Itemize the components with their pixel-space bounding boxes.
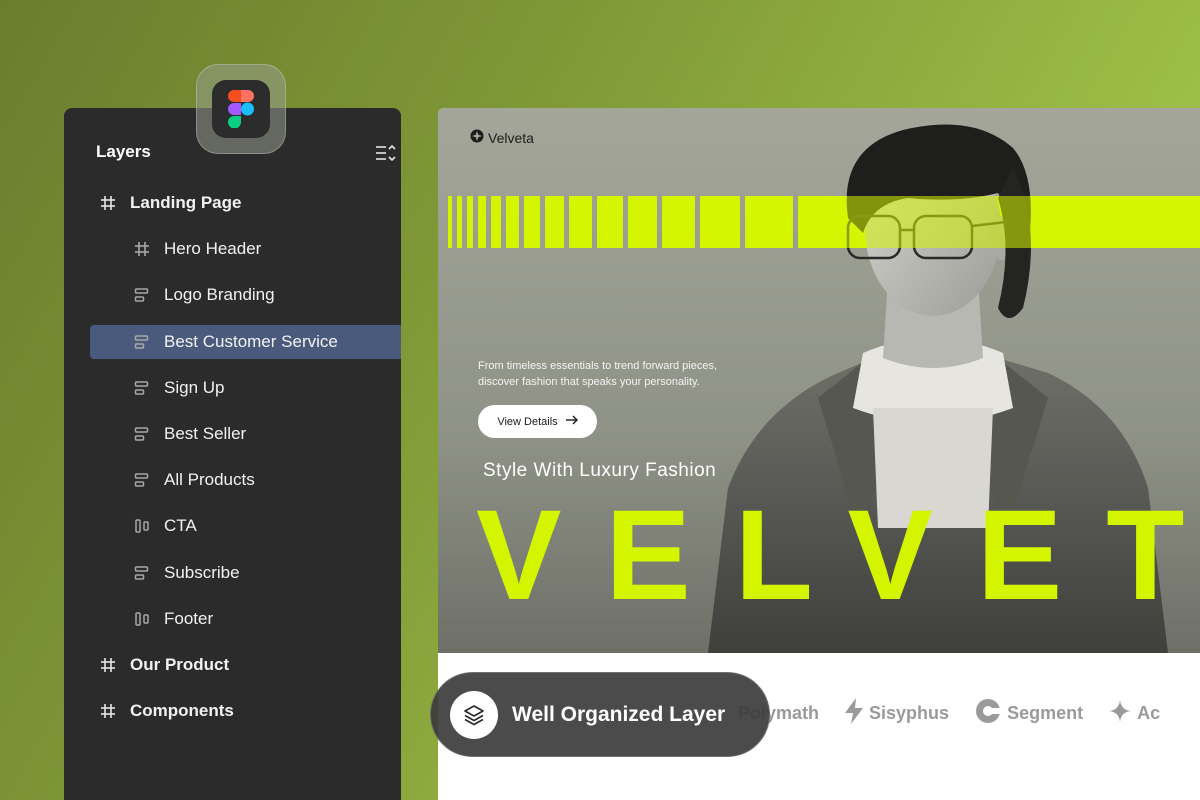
layers-menu-icon[interactable] xyxy=(375,144,397,167)
brand-mark-icon xyxy=(470,129,484,146)
logo-sisyphus: Sisyphus xyxy=(845,698,949,729)
layer-item-label: Best Seller xyxy=(164,424,247,443)
layer-item[interactable]: Best Seller xyxy=(90,417,401,451)
layer-item[interactable]: Landing Page xyxy=(90,186,401,220)
brand-name: Velveta xyxy=(488,129,534,146)
layer-item-label: Our Product xyxy=(130,655,230,674)
auto-layout-icon xyxy=(134,334,150,350)
hero-brand-word: VELVETA xyxy=(476,484,1200,627)
layer-item[interactable]: All Products xyxy=(90,463,401,497)
auto-layout-icon xyxy=(134,565,150,581)
feature-pill: Well Organized Layer xyxy=(430,672,770,757)
segment-label: Segment xyxy=(1007,703,1084,723)
layer-item-label: Hero Header xyxy=(164,239,262,259)
view-details-button[interactable]: View Details xyxy=(478,405,597,438)
layer-item-label: Footer xyxy=(164,608,214,628)
layer-item-label: Best Customer Service xyxy=(164,331,338,351)
sisyphus-label: Sisyphus xyxy=(869,703,950,723)
figma-app-icon xyxy=(196,64,286,154)
column-layout-icon xyxy=(134,611,150,627)
bolt-icon xyxy=(845,698,864,729)
view-details-label: View Details xyxy=(497,415,558,428)
logo-ac: Ac xyxy=(1109,700,1160,727)
frame-icon xyxy=(100,195,116,211)
layers-panel-title: Layers xyxy=(96,142,151,161)
auto-layout-icon xyxy=(134,472,150,488)
layer-item[interactable]: Hero Header xyxy=(90,232,401,266)
arrow-right-icon xyxy=(565,415,578,428)
brand-logo: Velveta xyxy=(470,129,534,146)
ac-label: Ac xyxy=(1137,703,1161,723)
layers-panel: Layers Landing Page Hero Header Logo Brand… xyxy=(64,108,401,800)
column-layout-icon xyxy=(134,518,150,534)
layer-item[interactable]: Subscribe xyxy=(90,556,401,590)
layer-item-label: All Products xyxy=(164,470,255,490)
layer-item-label: Subscribe xyxy=(164,562,240,582)
layer-item[interactable]: Sign Up xyxy=(90,371,401,405)
auto-layout-icon xyxy=(134,380,150,396)
feature-pill-label: Well Organized Layer xyxy=(512,702,726,726)
figma-logo-icon xyxy=(212,80,270,138)
layer-item-label: CTA xyxy=(164,516,197,536)
frame-icon xyxy=(100,657,116,673)
layer-item-label: Sign Up xyxy=(164,377,225,397)
layer-item-label: Components xyxy=(130,701,234,721)
layer-item-label: Landing Page xyxy=(130,193,242,212)
auto-layout-icon xyxy=(134,287,150,303)
layer-item[interactable]: CTA xyxy=(90,509,401,543)
sparkle-icon xyxy=(1109,700,1132,727)
layer-item[interactable]: Footer xyxy=(90,602,401,636)
partner-logos: Polymath Sisyphus Segment Ac xyxy=(738,698,1160,729)
segment-icon xyxy=(975,698,1002,729)
frame-icon xyxy=(100,703,116,719)
layer-item[interactable]: Logo Branding xyxy=(90,278,401,312)
auto-layout-icon xyxy=(134,426,150,442)
layer-item[interactable]: Best Customer Service xyxy=(90,324,401,359)
layers-stack-icon xyxy=(450,690,498,739)
logo-segment: Segment xyxy=(975,698,1083,729)
layer-item-label: Logo Branding xyxy=(164,285,275,305)
hero-section: Velveta From timeless essentials to tren… xyxy=(438,108,1200,653)
frame-icon xyxy=(134,241,150,257)
layer-item[interactable]: Components xyxy=(90,694,401,728)
layer-item[interactable]: Our Product xyxy=(90,648,401,682)
